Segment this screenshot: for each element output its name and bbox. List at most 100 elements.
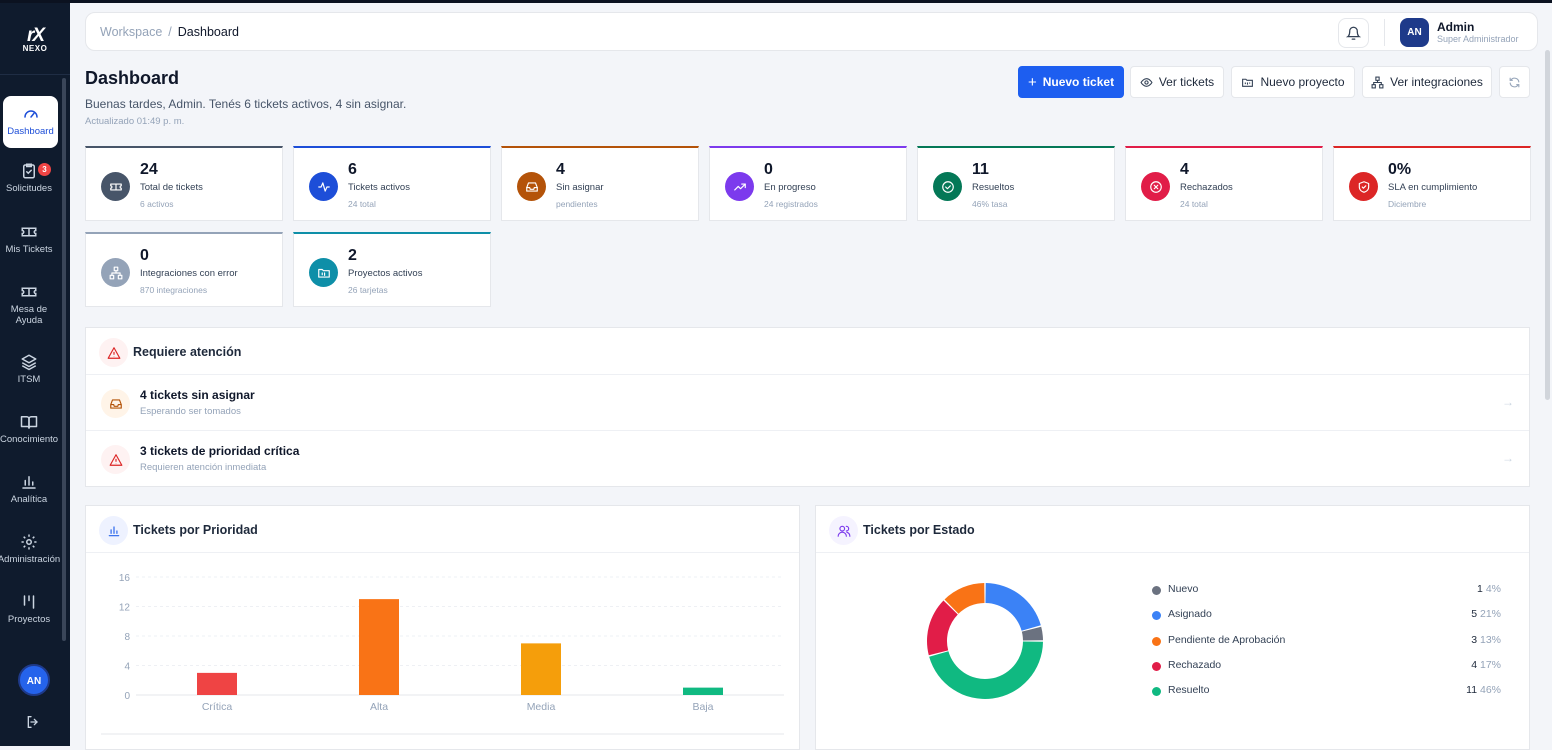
app-logo[interactable]: rX NEXO xyxy=(17,25,53,55)
attention-item[interactable]: 3 tickets de prioridad crítica Requieren… xyxy=(86,431,1529,487)
stat-label: Proyectos activos xyxy=(348,268,423,279)
sidebar-item-label: Proyectos xyxy=(7,614,51,625)
notifications-button[interactable] xyxy=(1338,18,1369,48)
attention-panel: Requiere atención 4 tickets sin asignar … xyxy=(85,327,1530,487)
stat-card[interactable]: 24 Total de tickets 6 activos xyxy=(85,146,283,221)
stat-subtext: pendientes xyxy=(556,199,598,209)
x-circle-icon xyxy=(1141,172,1170,201)
page-scrollbar[interactable] xyxy=(1545,50,1550,400)
y-tick-label: 0 xyxy=(124,691,130,702)
user-avatar[interactable]: AN xyxy=(1400,18,1429,47)
attention-item[interactable]: 4 tickets sin asignar Esperando ser toma… xyxy=(86,375,1529,431)
stat-value: 11 xyxy=(972,161,989,178)
sidebar-item-administracion[interactable]: Administración xyxy=(0,533,60,585)
bar-chart-icon xyxy=(99,516,128,545)
breadcrumb-current: Dashboard xyxy=(177,25,239,39)
inbox-icon xyxy=(101,389,130,418)
alert-triangle-icon xyxy=(99,338,128,367)
legend-label: Resuelto xyxy=(1168,684,1210,697)
panel-header: Tickets por Prioridad xyxy=(86,506,799,553)
kanban-icon xyxy=(23,595,35,609)
legend-item: Rechazado 4 17% xyxy=(1152,658,1516,678)
stat-subtext: 6 activos xyxy=(140,199,174,209)
bar[interactable] xyxy=(683,687,723,695)
legend-swatch xyxy=(1152,636,1161,646)
ticket-icon xyxy=(101,172,130,201)
y-tick-label: 8 xyxy=(124,632,130,643)
new-project-button[interactable]: Nuevo proyecto xyxy=(1231,66,1355,98)
attention-item-subtitle: Esperando ser tomados xyxy=(140,406,241,417)
topbar-divider xyxy=(1384,19,1385,46)
stat-subtext: 24 registrados xyxy=(764,199,818,209)
activity-icon xyxy=(309,172,338,201)
donut-slice[interactable] xyxy=(927,600,958,656)
stat-label: Tickets activos xyxy=(348,182,410,193)
user-name[interactable]: Admin xyxy=(1437,20,1474,34)
legend-label: Rechazado xyxy=(1168,658,1222,671)
y-tick-label: 16 xyxy=(119,573,131,584)
y-tick-label: 12 xyxy=(119,603,131,614)
ticket-icon xyxy=(21,227,37,237)
sidebar-item-dashboard[interactable]: Dashboard xyxy=(3,96,58,148)
stat-card[interactable]: 4 Rechazados 24 total xyxy=(1125,146,1323,221)
avatar[interactable]: AN xyxy=(18,664,50,696)
stat-card[interactable]: 2 Proyectos activos 26 tarjetas xyxy=(293,232,491,307)
legend-value: 1 4% xyxy=(1477,583,1501,595)
legend-value: 11 46% xyxy=(1466,684,1501,697)
sidebar-item-conocimiento[interactable]: Conocimiento xyxy=(0,413,58,465)
sidebar-item-label: ITSM xyxy=(17,374,41,385)
greeting-text: Buenas tardes, Admin. Tenés 6 tickets ac… xyxy=(85,97,407,111)
stat-card[interactable]: 0% SLA en cumplimiento Diciembre xyxy=(1333,146,1531,221)
sidebar-item-mis-tickets[interactable]: Mis Tickets xyxy=(0,223,58,275)
new-ticket-button[interactable]: + Nuevo ticket xyxy=(1018,66,1124,98)
button-label: Nuevo proyecto xyxy=(1260,75,1345,89)
stat-card[interactable]: 0 Integraciones con error 870 integracione… xyxy=(85,232,283,307)
sidebar-item-mesa-de-ayuda[interactable]: Mesa de Ayuda xyxy=(0,283,58,335)
sidebar-divider xyxy=(0,74,70,75)
logout-icon[interactable] xyxy=(25,714,41,735)
bar[interactable] xyxy=(359,599,399,695)
gear-icon xyxy=(21,534,37,550)
stat-subtext: Diciembre xyxy=(1388,199,1427,209)
sidebar-item-proyectos[interactable]: Proyectos xyxy=(0,593,58,645)
button-label: Ver integraciones xyxy=(1390,75,1483,89)
sidebar-item-analitica[interactable]: Analítica xyxy=(0,473,58,525)
plus-icon: + xyxy=(1027,73,1037,91)
attention-item-subtitle: Requieren atención inmediata xyxy=(140,462,267,473)
arrow-right-icon: → xyxy=(1502,451,1514,465)
sidebar-item-solicitudes[interactable]: 3 Solicitudes xyxy=(0,162,58,214)
status-chart-panel: Tickets por Estado Nuevo 1 4% Asignado 5 21… xyxy=(815,505,1530,750)
view-integrations-button[interactable]: Ver integraciones xyxy=(1362,66,1492,98)
alert-triangle-icon xyxy=(101,445,130,474)
bar[interactable] xyxy=(197,672,237,695)
legend-swatch xyxy=(1152,611,1161,621)
legend-label: Nuevo xyxy=(1168,583,1199,595)
sidebar-item-itsm[interactable]: ITSM xyxy=(0,353,58,405)
sidebar-item-label: Administración xyxy=(0,554,61,565)
stat-value: 0 xyxy=(764,161,773,178)
stat-card[interactable]: 4 Sin asignar pendientes xyxy=(501,146,699,221)
network-icon xyxy=(1371,76,1384,88)
stat-card[interactable]: 11 Resueltos 46% tasa xyxy=(917,146,1115,221)
sidebar-item-label: Mesa de Ayuda xyxy=(10,304,48,326)
panel-title: Tickets por Prioridad xyxy=(133,523,258,537)
legend-item: Resuelto 11 46% xyxy=(1152,683,1516,703)
view-tickets-button[interactable]: Ver tickets xyxy=(1130,66,1224,98)
stat-card[interactable]: 6 Tickets activos 24 total xyxy=(293,146,491,221)
stat-label: En progreso xyxy=(764,182,816,193)
refresh-button[interactable] xyxy=(1499,66,1530,98)
donut-slice[interactable] xyxy=(985,583,1041,631)
gauge-icon xyxy=(23,110,38,118)
refresh-icon xyxy=(1509,77,1520,87)
bar[interactable] xyxy=(521,643,561,695)
x-tick-label: Crítica xyxy=(202,701,232,713)
bell-icon xyxy=(1346,26,1361,40)
legend-item: Nuevo 1 4% xyxy=(1152,582,1516,602)
sidebar-item-label: Dashboard xyxy=(7,126,54,137)
page-title: Dashboard xyxy=(85,68,180,88)
stat-card[interactable]: 0 En progreso 24 registrados xyxy=(709,146,907,221)
logo-mark: rX xyxy=(26,25,45,46)
sidebar-scrollbar[interactable] xyxy=(62,78,66,641)
breadcrumb-root[interactable]: Workspace xyxy=(100,25,162,39)
layers-icon xyxy=(21,354,37,371)
